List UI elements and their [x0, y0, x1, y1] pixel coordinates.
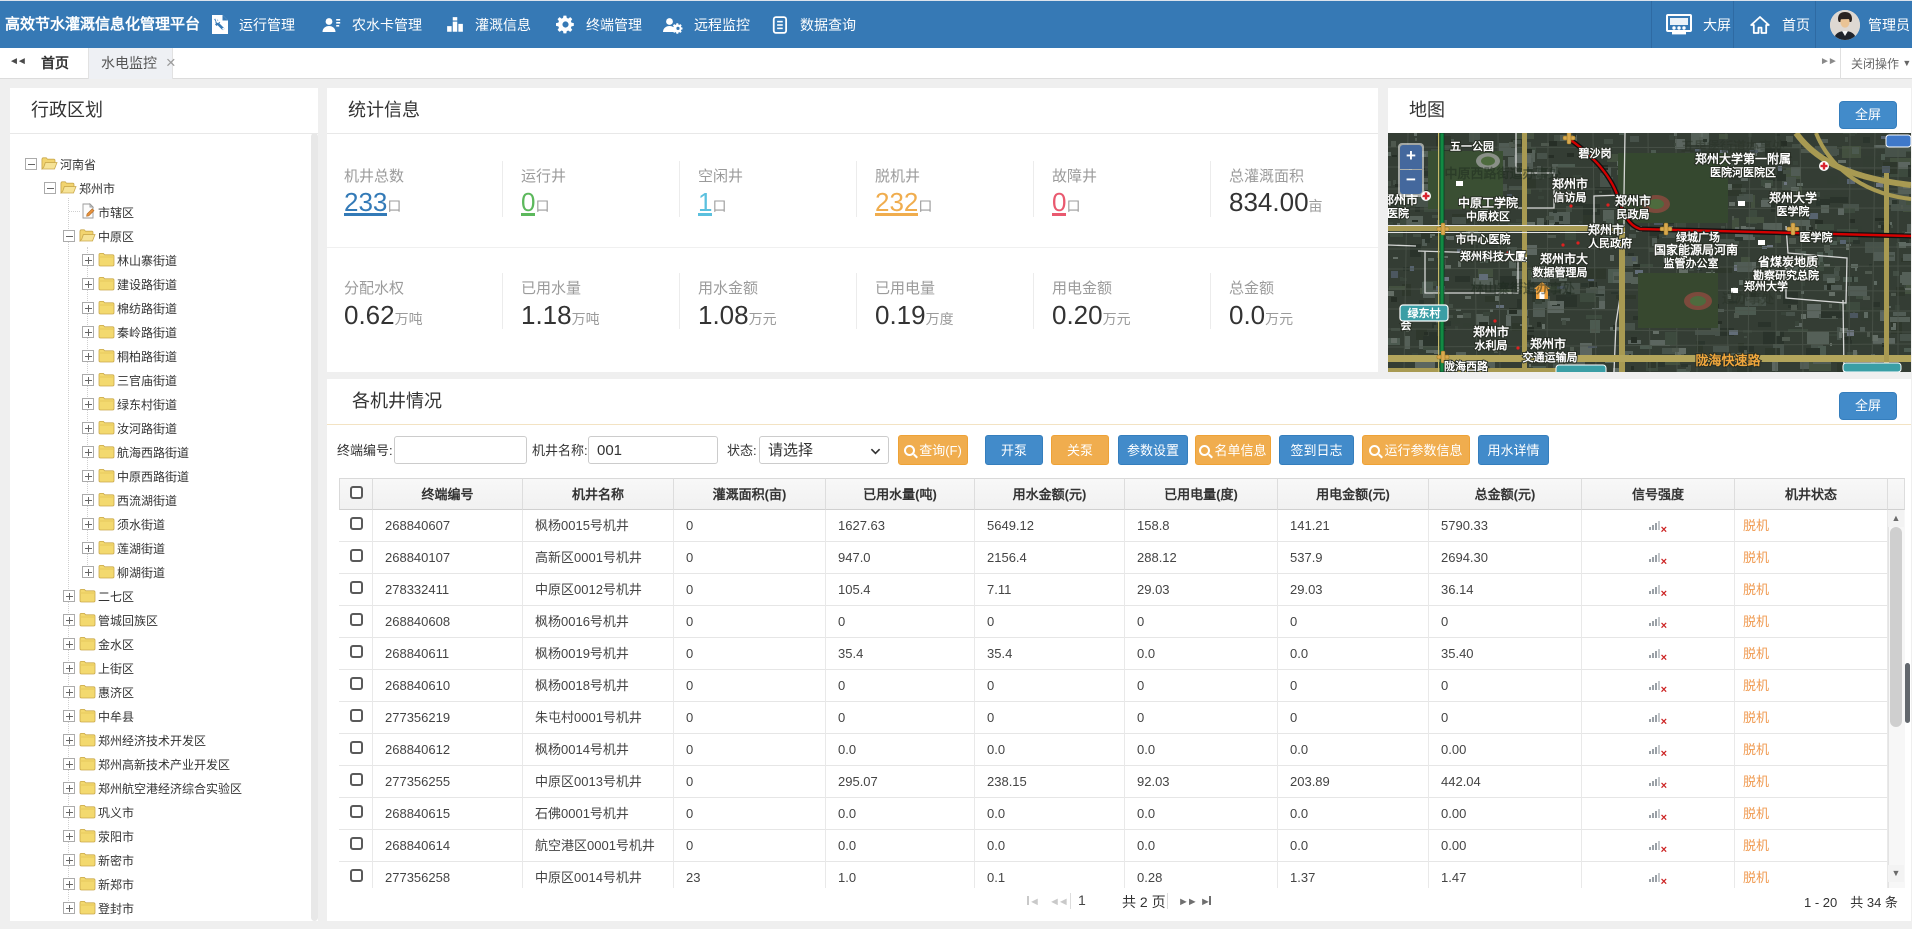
svg-text:道办事处: 道办事处	[1722, 291, 1775, 306]
svg-text:信访局: 信访局	[1554, 190, 1587, 204]
svg-text:林山寨街道办事处: 林山寨街道办事处	[1471, 281, 1576, 296]
svg-text:郑州科技大厦: 郑州科技大厦	[1460, 249, 1527, 263]
svg-text:民政局: 民政局	[1617, 207, 1650, 221]
svg-text:勘察研究总院: 勘察研究总院	[1753, 268, 1819, 282]
svg-text:绿东村: 绿东村	[1408, 306, 1441, 320]
svg-text:交通运输局: 交通运输局	[1523, 350, 1578, 364]
svg-text:绿城广场: 绿城广场	[1676, 230, 1720, 244]
svg-text:监管办公室: 监管办公室	[1664, 256, 1719, 270]
svg-text:陇海快速路: 陇海快速路	[1695, 353, 1761, 368]
svg-text:郑州市大: 郑州市大	[1540, 251, 1588, 266]
svg-text:中原校区: 中原校区	[1466, 209, 1510, 223]
svg-text:数据管理局: 数据管理局	[1533, 265, 1588, 279]
svg-text:医学院: 医学院	[1777, 204, 1810, 218]
svg-text:陇海西路: 陇海西路	[1444, 359, 1489, 372]
svg-text:郑州市: 郑州市	[1615, 193, 1651, 208]
svg-text:五一公园: 五一公园	[1450, 140, 1494, 153]
svg-text:郑州市: 郑州市	[1588, 222, 1624, 237]
svg-text:郑州市: 郑州市	[1473, 324, 1509, 339]
svg-text:国家能源局河南: 国家能源局河南	[1654, 242, 1738, 257]
svg-text:中原西路街道办事处: 中原西路街道办事处	[1444, 166, 1562, 181]
svg-text:碧沙岗: 碧沙岗	[1578, 146, 1612, 160]
svg-text:五里堡街道办事处: 五里堡街道办事处	[1681, 139, 1786, 154]
svg-text:医院: 医院	[1388, 206, 1409, 220]
svg-text:人民政府: 人民政府	[1588, 236, 1632, 250]
svg-text:中原工学院: 中原工学院	[1458, 195, 1518, 210]
svg-text:郑州大学: 郑州大学	[1769, 190, 1817, 205]
svg-text:市中心医院: 市中心医院	[1456, 232, 1511, 246]
svg-text:省煤炭地质: 省煤炭地质	[1757, 254, 1818, 269]
svg-text:医学院: 医学院	[1800, 230, 1833, 244]
svg-text:郑州市: 郑州市	[1530, 336, 1566, 351]
svg-text:水利局: 水利局	[1475, 338, 1508, 352]
svg-text:医院河医院区: 医院河医院区	[1710, 165, 1776, 179]
